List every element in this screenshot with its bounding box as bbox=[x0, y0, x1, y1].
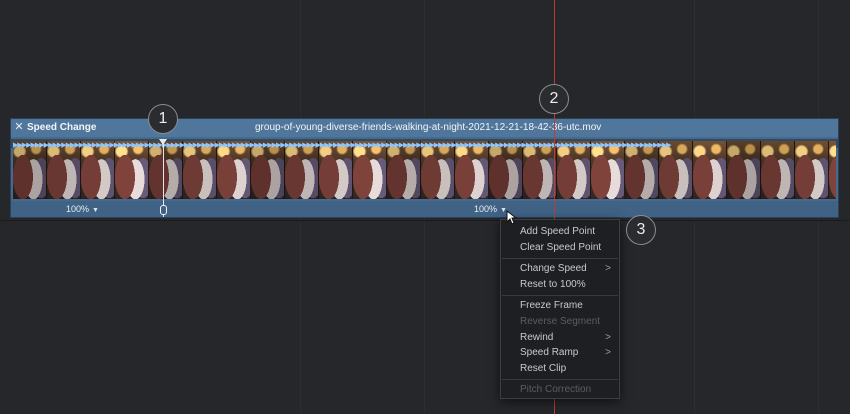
menu-reverse-segment: Reverse Segment bbox=[501, 314, 619, 330]
speed-bar: 100% ▼ 100% ▼ bbox=[11, 201, 838, 217]
menu-add-speed-point[interactable]: Add Speed Point bbox=[501, 224, 619, 240]
menu-label: Freeze Frame bbox=[520, 300, 583, 312]
speed-context-menu: Add Speed Point Clear Speed Point Change… bbox=[500, 219, 620, 399]
speed-value-left: 100% bbox=[66, 204, 90, 214]
menu-clear-speed-point[interactable]: Clear Speed Point bbox=[501, 240, 619, 256]
menu-speed-ramp[interactable]: Speed Ramp > bbox=[501, 345, 619, 361]
menu-label: Speed Ramp bbox=[520, 347, 579, 359]
close-icon[interactable]: ✕ bbox=[14, 120, 24, 133]
menu-reset-clip[interactable]: Reset Clip bbox=[501, 361, 619, 377]
menu-label: Add Speed Point bbox=[520, 226, 596, 237]
menu-separator bbox=[502, 257, 618, 259]
submenu-arrow-icon: > bbox=[605, 331, 611, 343]
callout-badge-1: 1 bbox=[148, 104, 178, 134]
clip-header: ✕ Speed Change group-of-young-diverse-fr… bbox=[11, 119, 838, 137]
speed-change-title: Speed Change bbox=[27, 122, 97, 133]
callout-badge-3: 3 bbox=[626, 215, 656, 245]
menu-label: Change Speed bbox=[520, 263, 587, 275]
speed-point-handle[interactable] bbox=[160, 205, 167, 215]
timeline-clip[interactable]: ✕ Speed Change group-of-young-diverse-fr… bbox=[10, 118, 839, 218]
menu-rewind[interactable]: Rewind > bbox=[501, 330, 619, 346]
track-separator bbox=[0, 220, 850, 221]
menu-pitch-correction: Pitch Correction bbox=[501, 382, 619, 398]
speed-dropdown-left[interactable]: 100% ▼ bbox=[66, 204, 99, 214]
speed-dropdown-right[interactable]: 100% ▼ bbox=[474, 204, 507, 214]
menu-separator bbox=[502, 294, 618, 296]
menu-label: Clear Speed Point bbox=[520, 241, 602, 253]
menu-change-speed[interactable]: Change Speed > bbox=[501, 261, 619, 277]
menu-label: Rewind bbox=[520, 331, 554, 343]
mouse-pointer-icon bbox=[506, 210, 517, 225]
menu-label: Reverse Segment bbox=[520, 315, 601, 327]
menu-reset-to-100[interactable]: Reset to 100% bbox=[501, 277, 619, 293]
menu-label: Reset to 100% bbox=[520, 278, 586, 290]
speed-direction-arrows: ▶▶▶▶▶▶▶▶▶▶▶▶▶▶▶▶▶▶▶▶▶▶▶▶▶▶▶▶▶▶▶▶▶▶▶▶▶▶▶▶… bbox=[13, 142, 672, 149]
clip-filename: group-of-young-diverse-friends-walking-a… bbox=[255, 122, 602, 133]
caret-down-icon: ▼ bbox=[92, 207, 99, 214]
submenu-arrow-icon: > bbox=[605, 263, 611, 275]
submenu-arrow-icon: > bbox=[605, 347, 611, 359]
speed-value-right: 100% bbox=[474, 204, 498, 214]
menu-label: Pitch Correction bbox=[520, 384, 592, 396]
menu-separator bbox=[502, 378, 618, 380]
menu-freeze-frame[interactable]: Freeze Frame bbox=[501, 298, 619, 314]
menu-label: Reset Clip bbox=[520, 362, 567, 374]
callout-badge-2: 2 bbox=[539, 84, 569, 114]
